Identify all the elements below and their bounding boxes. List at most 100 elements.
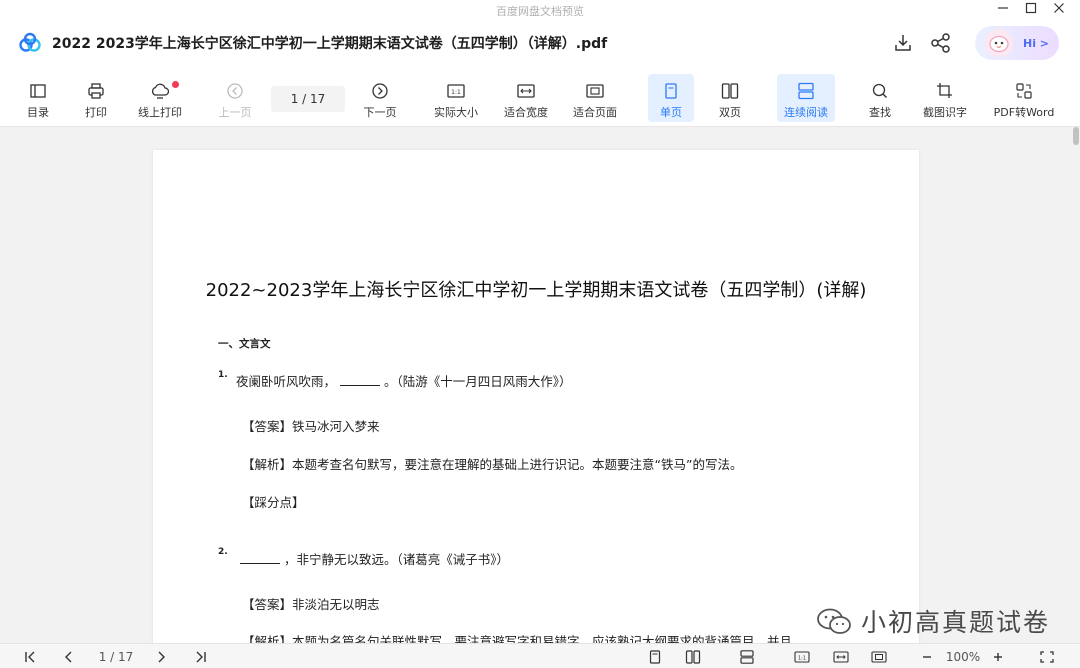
window-controls: [996, 0, 1066, 16]
statusbar-fit-page-button[interactable]: [870, 648, 888, 665]
question-number: 1.: [218, 370, 228, 380]
scrollbar-thumb[interactable]: [1073, 127, 1079, 145]
fullscreen-button[interactable]: [1038, 648, 1056, 665]
document-viewer-window: 百度网盘文档预览 2022 2023学年上海长宁区徐汇中学初一上学期期末语文试卷…: [0, 0, 1080, 668]
actual-size-icon: 1:1: [447, 84, 465, 98]
fit-page-button[interactable]: 适合页面: [568, 74, 622, 122]
double-page-icon: [721, 83, 739, 99]
continuous-icon: [798, 82, 814, 100]
close-icon[interactable]: [1052, 1, 1066, 15]
prev-page-icon: [227, 83, 243, 99]
fit-page-icon: [586, 84, 604, 98]
statusbar-double-page-button[interactable]: [683, 648, 703, 665]
ai-assistant-button[interactable]: Hi >: [975, 26, 1059, 60]
double-page-button[interactable]: 双页: [710, 74, 750, 122]
pdf-to-word-icon: [1016, 83, 1032, 99]
document-viewport[interactable]: 2022~2023学年上海长宁区徐汇中学初一上学期期末语文试卷（五四学制）(详解…: [0, 127, 1072, 643]
vertical-scrollbar[interactable]: [1072, 127, 1080, 643]
document-title: 2022 2023学年上海长宁区徐汇中学初一上学期期末语文试卷（五四学制）（详解…: [52, 36, 608, 52]
toc-button[interactable]: 目录: [20, 74, 56, 122]
statusbar-continuous-button[interactable]: [738, 648, 756, 665]
prev-page-label: 上一页: [218, 106, 252, 119]
exam-title: 2022~2023学年上海长宁区徐汇中学初一上学期期末语文试卷（五四学制）(详解…: [205, 280, 867, 301]
find-button[interactable]: 查找: [862, 74, 898, 122]
fit-width-button[interactable]: 适合宽度: [499, 74, 553, 122]
fit-width-icon: [517, 84, 535, 98]
assistant-label: Hi >: [1023, 36, 1050, 50]
statusbar-prev-button[interactable]: [60, 648, 78, 665]
question-1-text: 夜阑卧听风吹雨， 。（陆游《十一月四日风雨大作》）: [236, 371, 572, 390]
zoom-out-button[interactable]: [919, 648, 935, 665]
crop-ocr-label: 截图识字: [923, 106, 967, 119]
fit-width-icon: [833, 650, 849, 663]
title-bar: 百度网盘文档预览: [0, 0, 1080, 18]
question-2-answer: 【答案】非淡泊无以明志: [242, 597, 380, 612]
cloud-print-icon: [151, 83, 170, 99]
crop-ocr-button[interactable]: 截图识字: [918, 74, 972, 122]
page-number-input[interactable]: 1 / 17: [271, 86, 345, 112]
last-page-button[interactable]: [191, 648, 209, 665]
zoom-level[interactable]: 100%: [941, 648, 985, 665]
search-icon: [872, 83, 887, 98]
status-bar: 1 / 17 1:1 100%: [0, 643, 1080, 668]
question-1-suffix: 。（陆游《十一月四日风雨大作》）: [384, 374, 572, 389]
next-page-button[interactable]: 下一页: [360, 74, 400, 122]
online-print-label: 线上打印: [138, 106, 182, 119]
maximize-icon[interactable]: [1024, 1, 1038, 15]
header-bar: 2022 2023学年上海长宁区徐汇中学初一上学期期末语文试卷（五四学制）（详解…: [0, 16, 1080, 70]
online-print-button[interactable]: 线上打印: [134, 74, 186, 122]
actual-size-button[interactable]: 1:1 实际大小: [429, 74, 483, 122]
document-page: 2022~2023学年上海长宁区徐汇中学初一上学期期末语文试卷（五四学制）(详解…: [153, 150, 919, 643]
print-button[interactable]: 打印: [78, 74, 114, 122]
first-page-button[interactable]: [22, 648, 40, 665]
fit-width-label: 适合宽度: [504, 106, 548, 119]
notification-dot: [172, 81, 179, 88]
minus-icon: [923, 655, 931, 658]
prev-page-button[interactable]: 上一页: [215, 74, 255, 122]
fit-page-icon: [871, 650, 887, 663]
question-1-points: 【踩分点】: [242, 495, 305, 510]
last-page-icon: [196, 651, 206, 662]
wechat-icon: [817, 608, 851, 634]
double-page-label: 双页: [719, 106, 741, 119]
toc-label: 目录: [27, 106, 49, 119]
statusbar-page-indicator[interactable]: 1 / 17: [88, 648, 144, 665]
first-page-icon: [25, 651, 35, 662]
answer-blank: [240, 554, 280, 564]
question-2-suffix: ，非宁静无以致远。（诸葛亮《诫子书》）: [284, 552, 510, 567]
statusbar-actual-size-button[interactable]: 1:1: [793, 648, 811, 665]
zoom-in-button[interactable]: [990, 648, 1006, 665]
toc-icon: [30, 84, 46, 98]
single-page-label: 单页: [660, 106, 682, 119]
section-heading: 一、文言文: [218, 338, 271, 350]
continuous-reading-button[interactable]: 连续阅读: [777, 74, 835, 122]
fit-page-label: 适合页面: [573, 106, 617, 119]
statusbar-fit-width-button[interactable]: [832, 648, 850, 665]
statusbar-single-page-button[interactable]: [646, 648, 664, 665]
printer-icon: [88, 83, 104, 99]
double-page-icon: [685, 649, 701, 664]
single-page-icon: [649, 649, 661, 664]
single-page-button[interactable]: 单页: [648, 74, 694, 122]
minimize-icon[interactable]: [996, 1, 1010, 15]
actual-size-label: 实际大小: [434, 106, 478, 119]
question-1-analysis: 【解析】本题考查名句默写，要注意在理解的基础上进行识记。本题要注意“铁马”的写法…: [242, 457, 743, 472]
question-number: 2.: [218, 547, 228, 557]
crop-ocr-icon: [937, 83, 952, 98]
svg-text:1:1: 1:1: [798, 655, 806, 661]
single-page-icon: [665, 83, 677, 99]
question-2-text: ，非宁静无以致远。（诸葛亮《诫子书》）: [236, 549, 509, 568]
fullscreen-icon: [1040, 650, 1054, 663]
question-1-answer: 【答案】铁马冰河入梦来: [242, 419, 380, 434]
watermark-text: 小初高真题试卷: [861, 608, 1051, 637]
chevron-right-icon: [158, 651, 165, 662]
download-icon[interactable]: [893, 33, 913, 53]
plus-icon: [994, 652, 1002, 661]
statusbar-next-button[interactable]: [152, 648, 170, 665]
pdf-to-word-button[interactable]: PDF转Word: [988, 74, 1060, 122]
next-page-label: 下一页: [363, 106, 397, 119]
continuous-label: 连续阅读: [784, 106, 828, 119]
assistant-avatar-icon: [985, 29, 1013, 57]
answer-blank: [340, 376, 381, 386]
share-icon[interactable]: [930, 33, 952, 53]
